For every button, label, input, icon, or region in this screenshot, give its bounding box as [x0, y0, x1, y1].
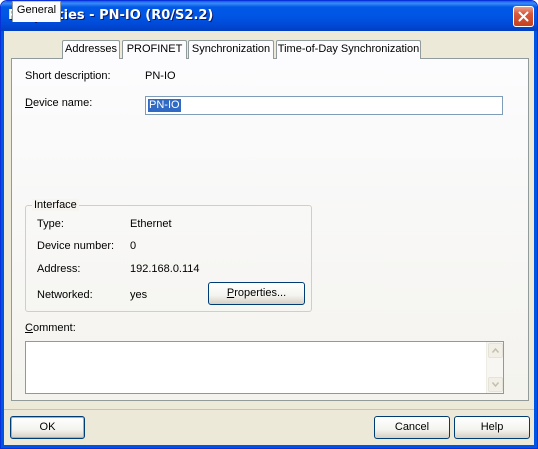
- window-border-bottom: [1, 445, 537, 448]
- tab-label: General: [16, 4, 57, 16]
- short-description-value: PN-IO: [145, 70, 176, 82]
- interface-properties-button[interactable]: Properties...: [208, 282, 305, 305]
- comment-scrollbar[interactable]: [486, 342, 503, 393]
- interface-type-value: Ethernet: [130, 218, 172, 230]
- device-name-label-text: evice name:: [32, 97, 93, 109]
- ok-button-label: OK: [39, 421, 56, 433]
- device-name-selected-text: PN-IO: [148, 99, 181, 112]
- tab-label: Time-of-Day Synchronization: [277, 43, 420, 55]
- footer-divider: [4, 409, 534, 410]
- close-icon: [518, 11, 529, 22]
- device-number-value: 0: [130, 240, 137, 252]
- device-name-label: Device name:: [25, 97, 92, 109]
- device-name-mnemonic: D: [25, 97, 33, 109]
- comment-label-text: omment:: [32, 322, 76, 334]
- ok-button[interactable]: OK: [10, 416, 85, 439]
- help-button[interactable]: Help: [454, 416, 530, 439]
- cancel-button[interactable]: Cancel: [374, 416, 450, 439]
- properties-dialog: Properties - PN-IO (R0/S2.2) General Add…: [0, 0, 538, 449]
- interface-type-label: Type:: [37, 218, 64, 230]
- scroll-down-button[interactable]: [488, 377, 503, 392]
- tab-addresses[interactable]: Addresses: [62, 40, 120, 59]
- properties-button-label: roperties...: [234, 287, 287, 299]
- tab-label: Synchronization: [191, 43, 271, 55]
- interface-group-title: Interface: [32, 199, 79, 211]
- window-border-right: [534, 31, 537, 448]
- networked-label: Networked:: [37, 289, 93, 301]
- chevron-up-icon: [492, 348, 499, 353]
- networked-value: yes: [130, 289, 148, 301]
- title-bar[interactable]: Properties - PN-IO (R0/S2.2): [1, 1, 537, 31]
- short-description-label: Short description:: [25, 70, 111, 82]
- tab-time-of-day-synchronization[interactable]: Time-of-Day Synchronization: [276, 40, 421, 59]
- comment-label: Comment:: [25, 322, 76, 334]
- tab-synchronization[interactable]: Synchronization: [188, 40, 274, 59]
- chevron-down-icon: [492, 382, 499, 387]
- tab-label: Addresses: [65, 43, 117, 55]
- window-border-left: [1, 31, 4, 448]
- help-button-label: Help: [480, 421, 504, 433]
- tab-label: PROFINET: [126, 43, 183, 55]
- address-value: 192.168.0.114: [130, 263, 200, 275]
- tab-general[interactable]: General: [12, 1, 61, 22]
- comment-textarea[interactable]: [25, 341, 504, 394]
- tab-profinet[interactable]: PROFINET: [122, 40, 187, 59]
- scroll-up-button[interactable]: [488, 343, 503, 358]
- device-name-input[interactable]: PN-IO: [145, 96, 503, 115]
- device-number-label: Device number:: [37, 240, 115, 252]
- comment-mnemonic: C: [25, 322, 33, 334]
- close-button[interactable]: [513, 6, 534, 27]
- cancel-button-label: Cancel: [394, 421, 430, 433]
- address-label: Address:: [37, 263, 81, 275]
